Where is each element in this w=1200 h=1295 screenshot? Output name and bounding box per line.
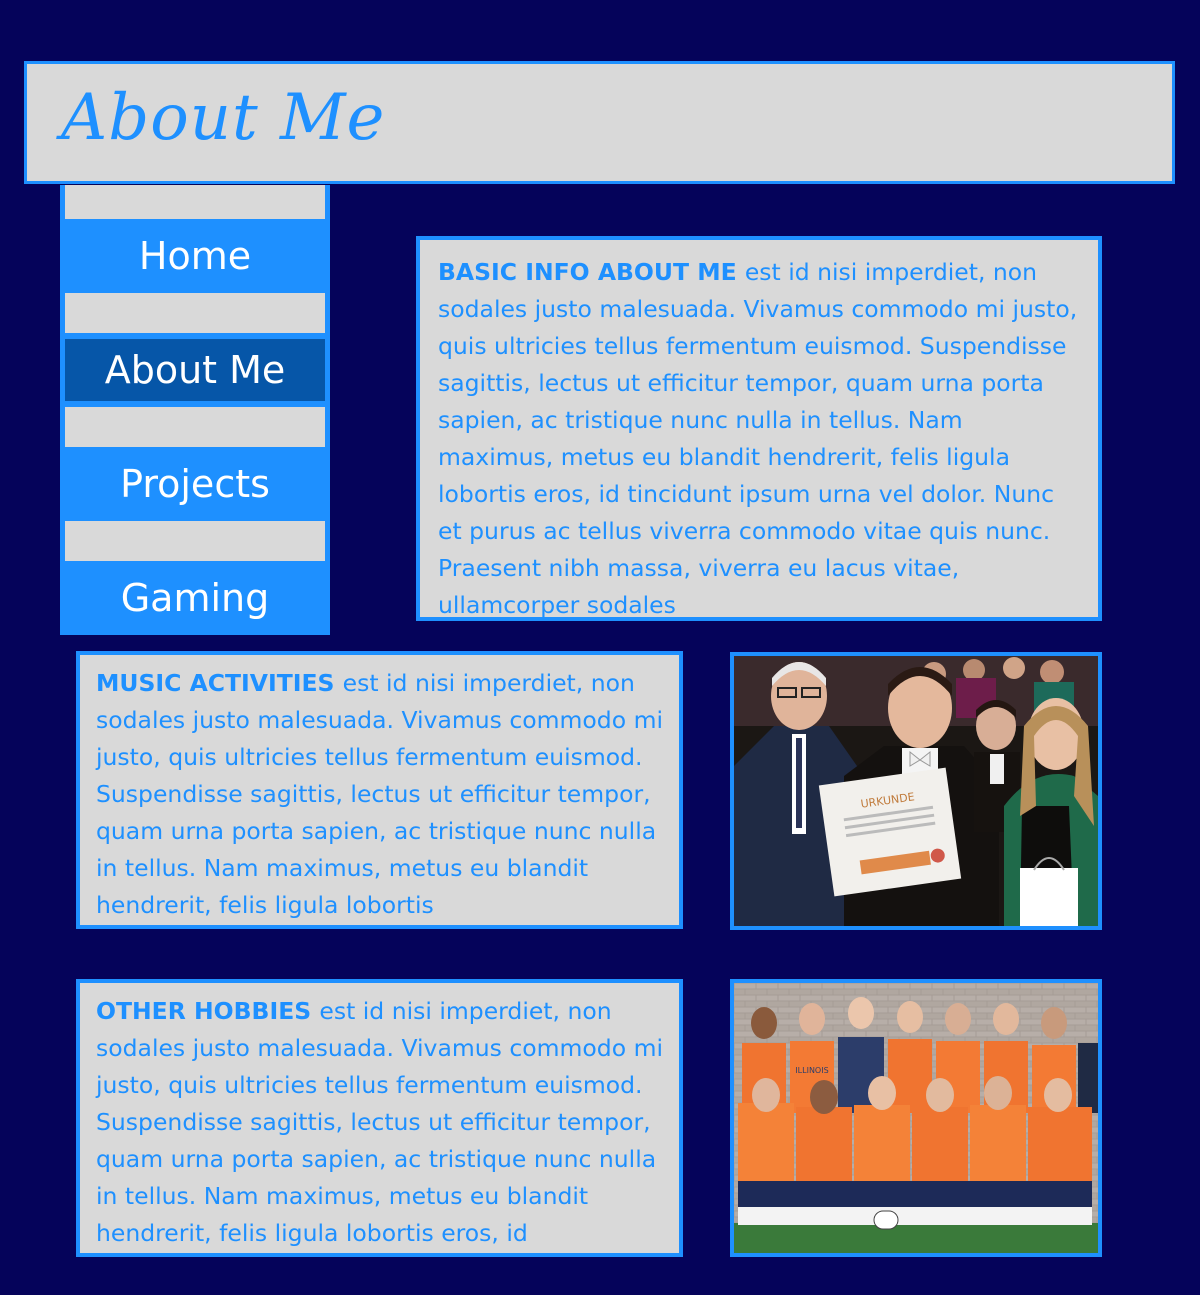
nav-item-active-highlight: About Me [65, 339, 325, 401]
nav-item-home[interactable]: Home [60, 219, 330, 293]
nav-item-label: About Me [104, 348, 286, 392]
music-award-image: URKUNDE [734, 656, 1098, 926]
soccer-team-image: ILLINOIS [734, 983, 1098, 1253]
nav-item-label: Projects [120, 462, 270, 506]
nav-item-label: Gaming [120, 576, 270, 620]
jersey-text: ILLINOIS [795, 1066, 828, 1075]
page-title: About Me [61, 81, 386, 155]
basic-info-section: BASIC INFO ABOUT ME est id nisi imperdie… [416, 236, 1102, 621]
soccer-team-photo: ILLINOIS [730, 979, 1102, 1257]
nav-item-projects[interactable]: Projects [60, 447, 330, 521]
nav-item-gaming[interactable]: Gaming [60, 561, 330, 635]
section-body: est id nisi imperdiet, non sodales justo… [96, 997, 663, 1247]
nav-divider [60, 293, 330, 333]
nav-divider [60, 521, 330, 561]
music-activities-section: MUSIC ACTIVITIES est id nisi imperdiet, … [76, 651, 683, 929]
nav-divider [60, 185, 330, 219]
section-heading: BASIC INFO ABOUT ME [438, 258, 745, 286]
music-award-photo: URKUNDE [730, 652, 1102, 930]
nav-item-label: Home [138, 234, 252, 278]
nav-divider [60, 407, 330, 447]
section-heading: MUSIC ACTIVITIES [96, 669, 343, 697]
page-header: About Me [24, 61, 1175, 184]
section-body: est id nisi imperdiet, non sodales justo… [438, 258, 1078, 619]
sidebar-nav: Home About Me Projects Gaming [60, 185, 330, 635]
section-body: est id nisi imperdiet, non sodales justo… [96, 669, 663, 919]
nav-item-about-me[interactable]: About Me [60, 333, 330, 407]
other-hobbies-section: OTHER HOBBIES est id nisi imperdiet, non… [76, 979, 683, 1257]
section-heading: OTHER HOBBIES [96, 997, 320, 1025]
